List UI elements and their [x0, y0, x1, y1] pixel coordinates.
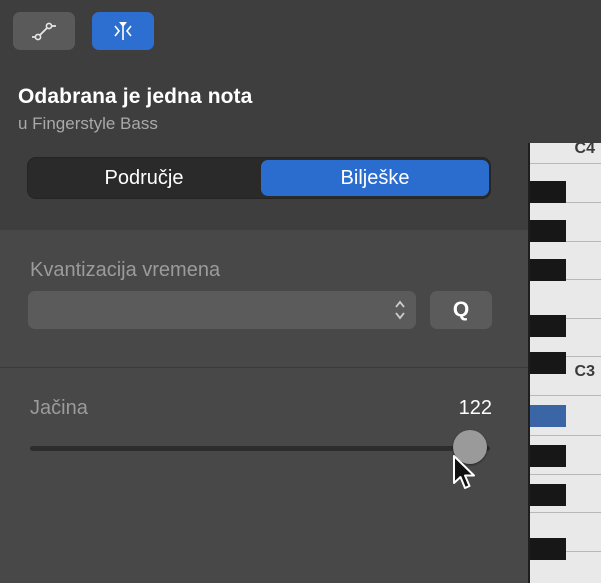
black-key[interactable] — [530, 181, 566, 203]
white-key-separator — [530, 163, 601, 164]
tab-notes[interactable]: Bilješke — [261, 160, 489, 196]
velocity-slider-track[interactable] — [30, 446, 490, 451]
octave-label: C3 — [574, 363, 595, 380]
tab-region[interactable]: Područje — [31, 160, 257, 196]
automation-button[interactable] — [13, 12, 75, 50]
piano-roll-inspector: Odabrana je jedna nota u Fingerstyle Bas… — [0, 0, 601, 583]
midi-filter-button[interactable] — [92, 12, 154, 50]
white-key-separator — [530, 395, 601, 396]
black-key[interactable] — [530, 315, 566, 337]
black-key[interactable] — [530, 259, 566, 281]
black-key[interactable] — [530, 352, 566, 374]
black-key[interactable] — [530, 484, 566, 506]
section-divider — [0, 367, 528, 368]
time-quantize-dropdown[interactable] — [28, 291, 416, 329]
chevron-updown-icon — [395, 300, 405, 320]
mouse-pointer-icon — [453, 455, 475, 489]
black-key[interactable] — [530, 220, 566, 242]
velocity-label: Jačina — [30, 397, 88, 419]
selection-subtitle: u Fingerstyle Bass — [18, 114, 158, 133]
mode-segmented-control: Područje Bilješke — [27, 157, 491, 199]
white-key-separator — [530, 512, 601, 513]
white-key-separator — [530, 435, 601, 436]
black-key[interactable] — [530, 538, 566, 560]
velocity-value: 122 — [458, 397, 492, 419]
time-quantize-label: Kvantizacija vremena — [30, 259, 221, 281]
note-inspector-panel: Kvantizacija vremena Q Jačina 122 — [0, 230, 528, 583]
selection-title: Odabrana je jedna nota — [18, 85, 253, 108]
piano-keyboard[interactable]: C4 C3 — [528, 143, 601, 583]
quantize-button[interactable]: Q — [430, 291, 492, 329]
inspector-header: Odabrana je jedna nota u Fingerstyle Bas… — [0, 0, 601, 230]
automation-curve-icon — [32, 22, 56, 41]
black-key-selected[interactable] — [530, 405, 566, 427]
midi-filter-icon — [114, 22, 132, 40]
octave-label: C4 — [574, 143, 595, 157]
white-key-separator — [530, 474, 601, 475]
black-key[interactable] — [530, 445, 566, 467]
